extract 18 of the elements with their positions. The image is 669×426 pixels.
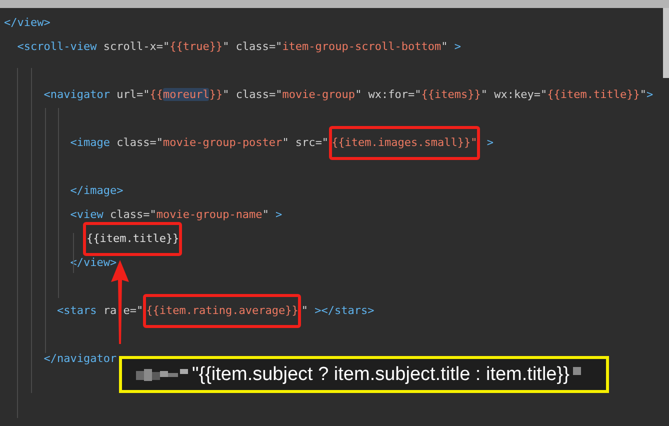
code-text: <stars ra e=" <box>56 303 144 319</box>
code-text: > <box>486 135 494 151</box>
highlight-box: {{item.images.small}}" <box>328 126 480 160</box>
blurred-text-drawing <box>573 366 582 374</box>
code-text: </view> <box>69 255 117 271</box>
code-text: <image class="movie-group-poster" src=" <box>69 135 329 151</box>
callout-text: "{{item.subject ? item.subject.title : item.title}} <box>192 364 570 386</box>
code-text: <navigator url="{{moreurl}}" class="movie-group" wx:for="{{items}}" wx:key="{{item.title}}"> <box>42 87 654 103</box>
highlight-box: {{item.title}} <box>83 222 182 256</box>
blurred-text-drawing <box>136 368 188 380</box>
code-text: </image> <box>69 183 124 199</box>
code-text: " ></stars> <box>301 303 374 319</box>
scrollbar[interactable] <box>663 8 669 78</box>
code-text: </view> <box>4 15 50 31</box>
code-text: </navigator <box>42 351 117 367</box>
code-text: <scroll-view scroll-x="{{true}}" class="item-group-scroll-bottom" > <box>16 39 462 55</box>
highlight-box: {{item.rating.average}} <box>143 294 302 328</box>
code-text: <view class="movie-group-name" > <box>69 207 282 223</box>
